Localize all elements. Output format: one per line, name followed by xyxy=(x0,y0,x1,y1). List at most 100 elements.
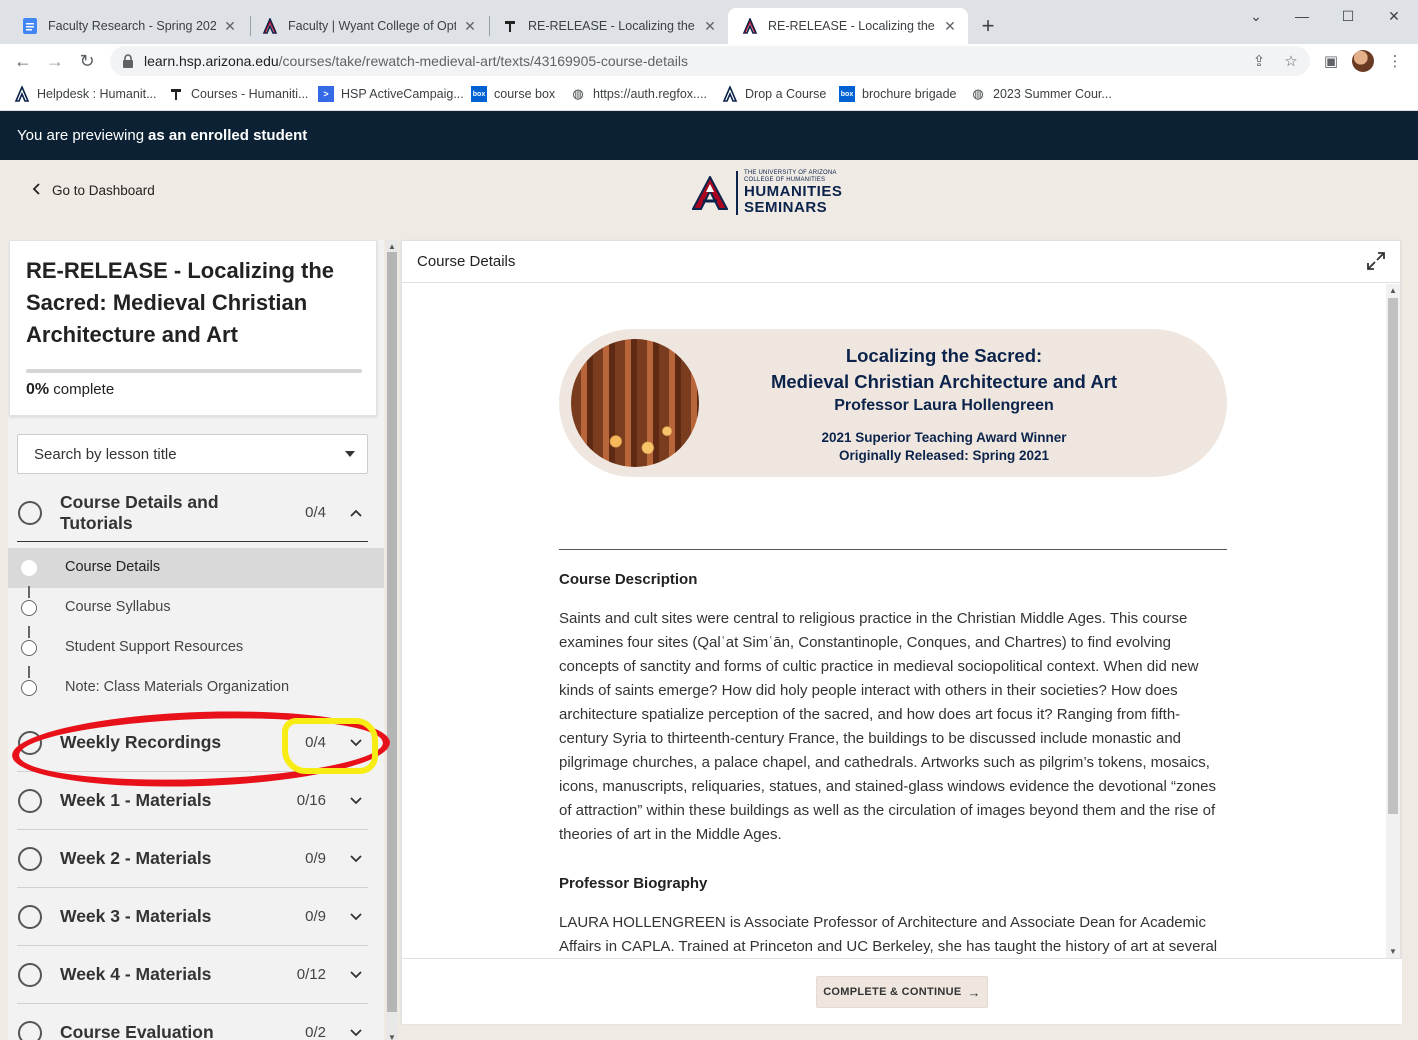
panel-body: Localizing the Sacred: Medieval Christia… xyxy=(402,284,1386,958)
bookmark-label: HSP ActiveCampaig... xyxy=(341,87,464,101)
chevron-down-icon[interactable] xyxy=(348,1025,364,1040)
box-icon: box xyxy=(839,86,855,102)
scrollbar-thumb[interactable] xyxy=(387,252,397,1012)
scroll-down-icon[interactable]: ▼ xyxy=(1389,947,1397,956)
new-tab-icon[interactable]: + xyxy=(976,13,1000,38)
section-title: Week 3 - Materials xyxy=(60,906,212,926)
scrollbar-thumb[interactable] xyxy=(1388,298,1398,814)
ua-block-a-icon xyxy=(692,176,728,210)
bookmark-item[interactable]: box brochure brigade xyxy=(839,85,957,103)
section-course-details-and-tutorials[interactable]: Course Details and Tutorials 0/4 xyxy=(17,484,368,542)
browser-tab[interactable]: Faculty Research - Spring 2023 - ✕ xyxy=(8,8,248,44)
lesson-student-support-resources[interactable]: Student Support Resources xyxy=(8,628,384,668)
browser-tab-strip: Faculty Research - Spring 2023 - ✕ Facul… xyxy=(0,0,1418,44)
section-week-3-materials[interactable]: Week 3 - Materials 0/9 xyxy=(17,888,368,946)
forward-arrow-icon[interactable]: → xyxy=(42,48,68,74)
scroll-up-icon[interactable]: ▲ xyxy=(1389,286,1397,295)
bookmark-item[interactable]: box course box xyxy=(471,85,555,103)
progress-bar xyxy=(26,369,362,373)
bookmark-item[interactable]: Courses - Humaniti... xyxy=(168,85,308,103)
star-icon[interactable]: ☆ xyxy=(1278,48,1304,74)
close-icon[interactable]: ✕ xyxy=(942,18,958,34)
address-bar[interactable]: learn.hsp.arizona.edu/courses/take/rewat… xyxy=(110,46,1310,76)
section-title: Week 4 - Materials xyxy=(60,964,212,984)
url-host: learn.hsp.arizona.edu xyxy=(144,53,279,69)
section-week-4-materials[interactable]: Week 4 - Materials 0/12 xyxy=(17,946,368,1004)
close-icon[interactable]: ✕ xyxy=(222,18,238,34)
tab-title: Faculty | Wyant College of Optica xyxy=(288,19,456,33)
logo-text: THE UNIVERSITY OF ARIZONA COLLEGE OF HUM… xyxy=(744,170,842,216)
section-progress-circle xyxy=(18,962,42,987)
yellow-highlight-box xyxy=(282,718,378,774)
ua-logo-icon xyxy=(722,86,738,102)
lesson-title: Course Syllabus xyxy=(65,599,171,615)
side-panel-icon[interactable]: ▣ xyxy=(1318,48,1344,74)
lesson-course-details[interactable]: Course Details xyxy=(8,548,384,588)
site-header: Go to Dashboard THE UNIVERSITY OF ARIZON… xyxy=(0,160,1418,224)
humanities-seminars-logo[interactable]: THE UNIVERSITY OF ARIZONA COLLEGE OF HUM… xyxy=(692,168,842,218)
scroll-up-icon[interactable]: ▲ xyxy=(388,242,396,251)
bio-text: LAURA HOLLENGREEN is Associate Professor… xyxy=(559,914,1218,955)
lesson-title: Student Support Resources xyxy=(65,639,244,655)
divider xyxy=(559,549,1227,550)
chevron-down-icon[interactable] xyxy=(348,851,364,867)
close-icon[interactable]: ✕ xyxy=(462,18,478,34)
section-week-2-materials[interactable]: Week 2 - Materials 0/9 xyxy=(17,830,368,888)
bookmark-item[interactable]: ◍ 2023 Summer Cour... xyxy=(970,85,1111,103)
globe-icon: ◍ xyxy=(972,86,984,101)
lesson-title: Course Details xyxy=(65,559,161,575)
sidebar-scrollbar[interactable]: ▲ ▼ xyxy=(386,240,398,1040)
scroll-down-icon[interactable]: ▼ xyxy=(388,1033,396,1040)
browser-tab[interactable]: Faculty | Wyant College of Optica ✕ xyxy=(248,8,488,44)
logo-humanities: HUMANITIES xyxy=(744,183,843,200)
chevron-left-icon xyxy=(32,182,40,198)
expand-icon[interactable] xyxy=(1366,251,1386,271)
close-icon[interactable]: ✕ xyxy=(702,18,718,34)
chevron-down-icon[interactable] xyxy=(348,793,364,809)
caret-down-icon xyxy=(345,451,355,457)
ua-logo-icon xyxy=(14,86,30,102)
bookmark-item[interactable]: > HSP ActiveCampaig... xyxy=(318,85,464,103)
tab-title: Faculty Research - Spring 2023 - xyxy=(48,19,216,33)
reload-icon[interactable]: ↻ xyxy=(74,48,100,74)
progress-text: 0% complete xyxy=(26,381,114,399)
chevron-down-icon[interactable] xyxy=(348,967,364,983)
section-title: Week 2 - Materials xyxy=(60,848,212,868)
section-count: 0/9 xyxy=(305,850,326,867)
bookmark-item[interactable]: ◍ https://auth.regfox.... xyxy=(570,85,707,103)
browser-tab[interactable]: RE-RELEASE - Localizing the Sacr ✕ xyxy=(488,8,728,44)
chevron-down-icon[interactable]: ⌄ xyxy=(1233,4,1279,28)
close-window-icon[interactable]: ✕ xyxy=(1371,4,1417,28)
lesson-course-syllabus[interactable]: Course Syllabus xyxy=(8,588,384,628)
section-title: Course Evaluation xyxy=(60,1022,214,1040)
url-path: /courses/take/rewatch-medieval-art/texts… xyxy=(278,53,688,69)
bookmark-item[interactable]: Drop a Course xyxy=(722,85,826,103)
section-progress-circle xyxy=(18,788,42,813)
complete-and-continue-button[interactable]: COMPLETE & CONTINUE → xyxy=(816,976,988,1008)
chevron-down-icon[interactable] xyxy=(348,909,364,925)
section-course-evaluation[interactable]: Course Evaluation 0/2 xyxy=(17,1004,368,1040)
bookmark-label: Drop a Course xyxy=(745,87,827,101)
section-progress-circle xyxy=(18,904,42,929)
maximize-icon[interactable]: ☐ xyxy=(1325,4,1371,28)
lesson-class-materials-note[interactable]: Note: Class Materials Organization xyxy=(8,668,384,708)
browser-tab-active[interactable]: RE-RELEASE - Localizing the Sacr ✕ xyxy=(728,8,968,44)
share-icon[interactable]: ⇪ xyxy=(1246,48,1272,74)
go-to-dashboard-link[interactable]: Go to Dashboard xyxy=(32,182,155,198)
back-arrow-icon[interactable]: ← xyxy=(10,48,36,74)
docs-icon xyxy=(22,18,38,34)
banner-professor: Professor Laura Hollengreen xyxy=(834,397,1054,414)
minimize-icon[interactable]: — xyxy=(1279,4,1325,28)
bio-heading: Professor Biography xyxy=(559,875,708,892)
profile-avatar[interactable] xyxy=(1352,50,1374,72)
lesson-search-select[interactable]: Search by lesson title xyxy=(17,434,368,474)
content-scrollbar[interactable]: ▲ ▼ xyxy=(1386,284,1400,958)
section-count: 0/2 xyxy=(305,1024,326,1040)
chevron-up-icon[interactable] xyxy=(348,505,364,521)
banner-title-line2: Medieval Christian Architecture and Art xyxy=(770,371,1118,392)
menu-dots-icon[interactable]: ⋮ xyxy=(1382,48,1408,74)
bookmark-item[interactable]: Helpdesk : Humanit... xyxy=(14,85,157,103)
preview-prefix: You are previewing xyxy=(17,127,145,144)
bookmarks-bar: Helpdesk : Humanit... Courses - Humaniti… xyxy=(0,78,1418,111)
course-player: RE-RELEASE - Localizing the Sacred: Medi… xyxy=(0,224,1418,1040)
